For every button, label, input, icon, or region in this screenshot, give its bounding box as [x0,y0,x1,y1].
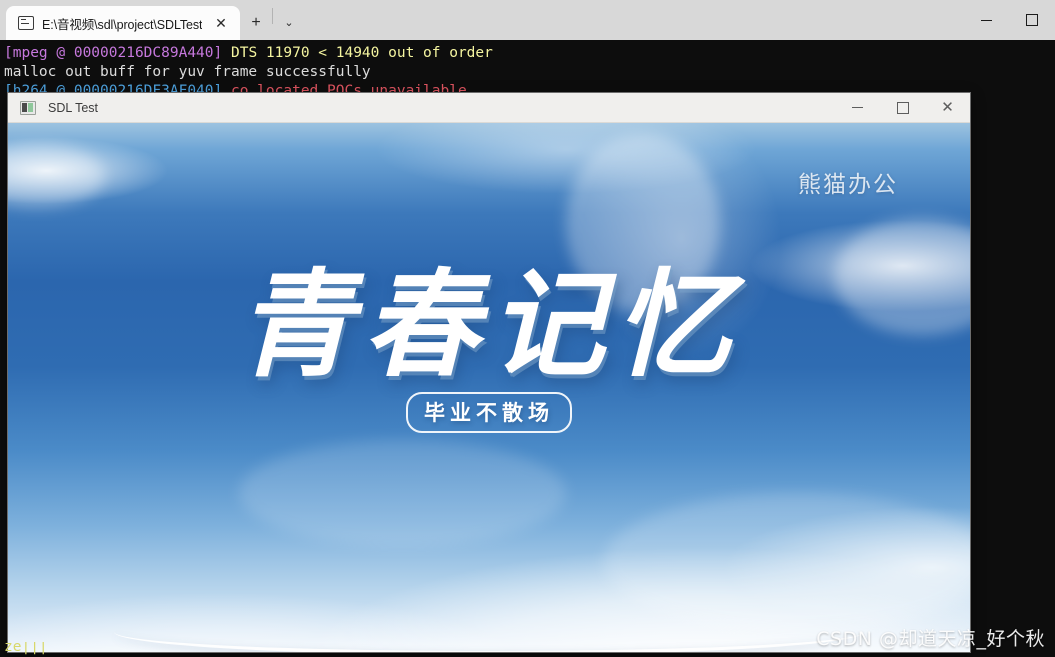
sdl-video-surface[interactable]: 熊猫办公 青春记忆 毕业不散场 [8,123,970,652]
sdl-close-button[interactable]: ✕ [925,93,970,123]
sdl-titlebar[interactable]: SDL Test ✕ [8,93,970,123]
terminal-titlebar: E:\音视频\sdl\project\SDLTest ✕ + ⌄ [0,0,1055,40]
console-bottom-line: ze||| [4,642,48,655]
sdl-test-window: SDL Test ✕ 熊猫办公 青春记忆 毕业不散场 [8,93,970,652]
sdl-window-controls: ✕ [835,93,970,123]
console-text-segment: DTS 11970 < 14940 out of order [230,45,493,61]
sdl-maximize-button[interactable] [880,93,925,123]
chevron-down-icon[interactable]: ⌄ [273,6,305,40]
terminal-window-controls [963,0,1055,40]
console-icon [18,16,34,30]
video-title-block: 青春记忆 毕业不散场 [8,257,970,434]
console-text-segment: malloc out buff for yuv frame successful… [4,64,371,80]
video-sub-title: 毕业不散场 [406,392,572,434]
sdl-app-icon [20,100,36,115]
terminal-tab-sdltest[interactable]: E:\音视频\sdl\project\SDLTest ✕ [6,6,240,40]
new-tab-button[interactable]: + [240,6,272,40]
terminal-tabstrip: E:\音视频\sdl\project\SDLTest ✕ + ⌄ [0,0,963,40]
terminal-tab-title: E:\音视频\sdl\project\SDLTest [42,17,202,32]
terminal-minimize-button[interactable] [963,0,1009,40]
console-line: malloc out buff for yuv frame successful… [4,63,1055,82]
csdn-watermark: CSDN @却道天凉_好个秋 [816,628,1045,650]
terminal-maximize-button[interactable] [1009,0,1055,40]
video-main-title: 青春记忆 [237,257,741,393]
cloud-wisp [238,440,566,547]
console-line: [mpeg @ 00000216DC89A440] DTS 11970 < 14… [4,44,1055,63]
tab-close-icon[interactable]: ✕ [210,12,232,34]
console-text-segment: [mpeg @ 00000216DC89A440] [4,45,231,61]
sdl-window-title: SDL Test [48,100,99,115]
panda-office-watermark: 熊猫办公 [798,172,898,198]
sdl-minimize-button[interactable] [835,93,880,123]
decorative-swoosh [113,609,865,652]
